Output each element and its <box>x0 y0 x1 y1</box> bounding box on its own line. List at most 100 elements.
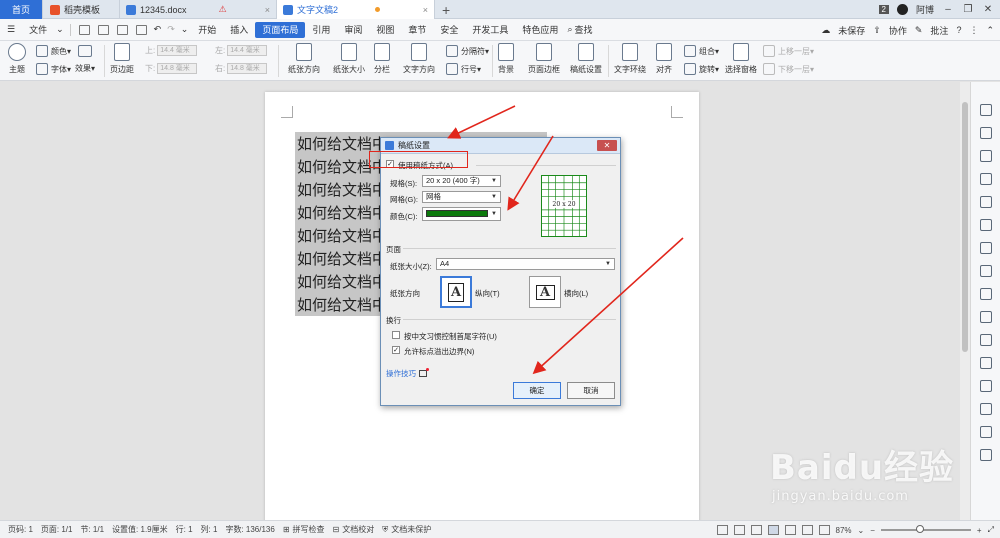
collapse-ribbon-icon[interactable]: ⌃ <box>986 25 994 36</box>
collab-icon[interactable]: ⇪ <box>873 25 881 36</box>
settings-icon[interactable] <box>980 449 992 461</box>
status-words[interactable]: 字数: 136/136 <box>225 524 274 535</box>
user-name[interactable]: 阿博 <box>916 3 934 16</box>
outline-view-icon[interactable] <box>784 525 796 535</box>
zoom-dropdown-icon[interactable]: ⌄ <box>858 526 865 535</box>
margin-button[interactable]: 页边距 <box>110 43 134 75</box>
status-pages[interactable]: 页面: 1/1 <box>41 524 73 535</box>
window-count-badge[interactable]: 2 <box>878 5 889 14</box>
left-margin-input[interactable]: 14.4 毫米 <box>227 45 268 56</box>
paper-size-select[interactable]: A4 ▼ <box>436 258 615 270</box>
close-tab-icon[interactable]: × <box>423 5 428 15</box>
translate-icon[interactable] <box>980 357 992 369</box>
collab-button[interactable]: 协作 <box>889 24 907 37</box>
menu-review[interactable]: 审阅 <box>337 19 369 41</box>
tab-document-2[interactable]: 文字文稿2 × <box>277 0 435 19</box>
scrollbar-thumb[interactable] <box>962 102 968 352</box>
minimize-icon[interactable]: – <box>942 4 954 15</box>
comment-button[interactable]: 批注 <box>930 24 948 37</box>
doc-line[interactable]: 如何给文档中 <box>297 225 387 246</box>
tab-home[interactable]: 首页 <box>0 0 43 19</box>
location-icon[interactable] <box>980 150 992 162</box>
unsaved-status[interactable]: 未保存 <box>838 24 865 37</box>
doc-line[interactable]: 如何给文档中 <box>297 202 387 223</box>
spell-check[interactable]: 拼写检查 <box>293 524 325 535</box>
combine-button[interactable]: 组合 ▾ <box>684 45 719 57</box>
fullscreen-icon[interactable] <box>716 525 728 535</box>
zoom-in-icon[interactable]: + <box>977 526 982 535</box>
theme-button[interactable]: 主题 <box>8 43 26 75</box>
paper-size-button[interactable]: 纸张大小 <box>333 43 365 75</box>
page-view-icon[interactable] <box>767 525 779 535</box>
tips-link[interactable]: 操作技巧 <box>386 368 429 379</box>
quick-access-dropdown-icon[interactable]: ⌄ <box>178 19 192 41</box>
upload-icon[interactable] <box>980 311 992 323</box>
cancel-button[interactable]: 取消 <box>567 382 615 399</box>
doc-line[interactable]: 如何给文档中 <box>297 248 387 269</box>
zoom-level[interactable]: 87% <box>836 526 852 535</box>
spell-check-icon[interactable]: ⊞ <box>283 525 290 534</box>
pen-mode-icon[interactable] <box>750 525 762 535</box>
help-icon[interactable]: ? <box>956 25 961 35</box>
menu-insert[interactable]: 插入 <box>223 19 255 41</box>
chinese-rules-label[interactable]: 按中文习惯控制首尾字符(U) <box>404 331 497 342</box>
doc-line[interactable]: 如何给文档中 <box>297 271 387 292</box>
user-avatar-icon[interactable] <box>896 4 908 15</box>
protect-status[interactable]: 文档未保护 <box>391 524 431 535</box>
menu-features[interactable]: 特色应用 <box>515 19 565 41</box>
color-select[interactable]: ▼ <box>422 207 501 221</box>
cursor-icon[interactable] <box>980 127 992 139</box>
undo-icon[interactable]: ↶ <box>151 19 165 41</box>
proofread-icon[interactable]: ⊟ <box>333 525 340 534</box>
shapes-icon[interactable] <box>980 173 992 185</box>
portrait-label[interactable]: 纵向(T) <box>475 288 500 299</box>
top-margin-input[interactable]: 14.4 毫米 <box>157 45 198 56</box>
list-icon[interactable] <box>980 242 992 254</box>
history-icon[interactable] <box>980 426 992 438</box>
close-tab-icon[interactable]: × <box>265 5 270 15</box>
portrait-option[interactable]: A <box>440 276 472 308</box>
columns-button[interactable]: 分栏 <box>374 43 390 75</box>
vertical-scrollbar[interactable] <box>960 82 970 520</box>
color-button[interactable]: 颜色 ▾ <box>36 45 71 57</box>
separator-button[interactable]: 分隔符 ▾ <box>446 45 489 57</box>
doc-line[interactable]: 如何给文档中 <box>297 294 387 315</box>
menu-developer[interactable]: 开发工具 <box>465 19 515 41</box>
menu-chapter[interactable]: 章节 <box>401 19 433 41</box>
close-window-icon[interactable]: ✕ <box>982 4 994 15</box>
edit-box-icon[interactable] <box>980 334 992 346</box>
save-icon[interactable] <box>78 24 90 35</box>
rotate-button[interactable]: 旋转 ▾ <box>684 63 719 75</box>
bottom-margin-input[interactable]: 14.8 毫米 <box>157 63 198 74</box>
background-button[interactable]: 背景 <box>498 43 514 75</box>
grid-icon[interactable] <box>980 219 992 231</box>
move-up-button[interactable]: 上移一层 ▾ <box>763 45 814 57</box>
text-wrap-button[interactable]: 文字环绕 <box>614 43 646 75</box>
print-icon[interactable] <box>116 24 128 35</box>
page-border-button[interactable]: 页面边框 <box>528 43 560 75</box>
status-setting[interactable]: 设置值: 1.9厘米 <box>112 524 168 535</box>
shield-icon[interactable]: ⛨ <box>382 525 388 535</box>
maximize-icon[interactable]: ❐ <box>962 4 974 15</box>
proofread[interactable]: 文档校对 <box>342 524 374 535</box>
text-direction-button[interactable]: 文字方向 <box>403 43 435 75</box>
select-pane-button[interactable]: 选择窗格 <box>725 43 757 75</box>
eye-protect-icon[interactable] <box>818 525 830 535</box>
reading-mode-icon[interactable] <box>733 525 745 535</box>
export-pdf-icon[interactable] <box>97 24 109 35</box>
line-number-button[interactable]: 行号 ▾ <box>446 63 481 75</box>
more-icon[interactable]: ⋮ <box>969 25 978 36</box>
grid-select[interactable]: 网格 ▼ <box>422 191 501 203</box>
search-icon[interactable]: ⌕ <box>565 19 574 41</box>
share-icon[interactable] <box>980 288 992 300</box>
chinese-rules-checkbox[interactable] <box>392 331 400 339</box>
status-col[interactable]: 列: 1 <box>201 524 218 535</box>
status-section[interactable]: 节: 1/1 <box>80 524 104 535</box>
right-margin-input[interactable]: 14.8 毫米 <box>227 63 268 74</box>
move-down-button[interactable]: 下移一层 ▾ <box>763 63 814 75</box>
cloud-icon[interactable]: ☁ <box>821 25 830 36</box>
punctuation-overflow-checkbox[interactable]: ✓ <box>392 346 400 354</box>
zoom-slider[interactable] <box>880 525 971 533</box>
menu-security[interactable]: 安全 <box>433 19 465 41</box>
font-button[interactable]: 字体 ▾ <box>36 63 71 75</box>
